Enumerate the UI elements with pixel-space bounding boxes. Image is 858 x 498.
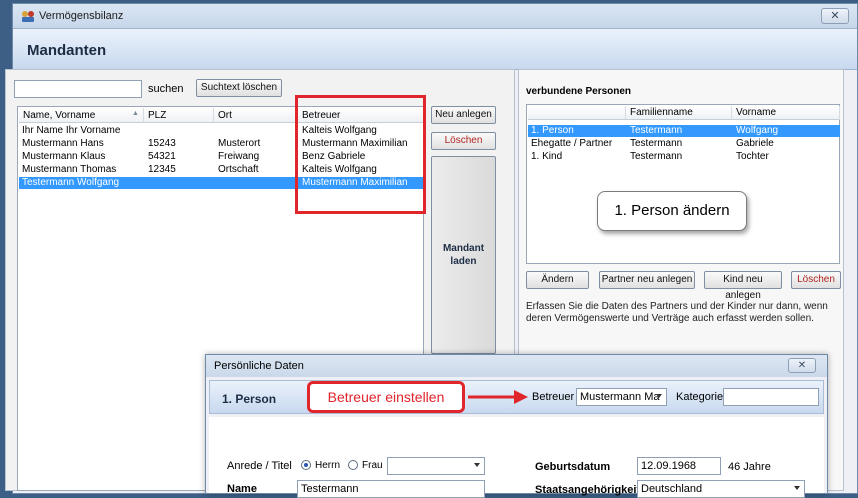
list-item[interactable]: 1. Kind Testermann Tochter xyxy=(528,151,840,163)
title-select[interactable] xyxy=(387,457,485,475)
close-icon[interactable]: ✕ xyxy=(788,358,816,373)
chevron-down-icon xyxy=(656,394,662,398)
list-item-selected[interactable]: 1. Person Testermann Wolfgang xyxy=(528,125,840,137)
related-persons-table: Familienname Vorname 1. Person Testerman… xyxy=(526,104,840,264)
column-header-family[interactable]: Familienname xyxy=(626,106,732,120)
search-input[interactable] xyxy=(14,80,142,98)
column-header-first[interactable]: Vorname xyxy=(732,106,840,120)
arrow-right-icon xyxy=(468,390,528,404)
sort-ascending-icon: ▲ xyxy=(132,110,139,117)
load-client-button[interactable]: Mandant laden xyxy=(431,156,496,354)
delete-client-button[interactable]: Löschen xyxy=(431,132,496,150)
radio-frau[interactable] xyxy=(348,460,358,470)
column-header-plz[interactable]: PLZ xyxy=(144,108,214,123)
name-field[interactable]: Testermann xyxy=(297,480,485,498)
window-title: Vermögensbilanz xyxy=(39,10,124,22)
betreuer-label: Betreuer xyxy=(532,391,575,403)
related-persons-title: verbundene Personen xyxy=(526,86,632,97)
dialog-title-bar: Persönliche Daten ✕ xyxy=(206,355,827,377)
nationality-label: Staatsangehörigkeit xyxy=(535,484,641,496)
dialog-person-title: 1. Person xyxy=(222,392,277,406)
add-partner-button[interactable]: Partner neu anlegen xyxy=(599,271,695,289)
page-title: Mandanten xyxy=(27,42,107,59)
nationality-select[interactable]: Deutschland xyxy=(637,480,805,498)
dialog-body: Anrede / Titel Herrn Frau Name Testerman… xyxy=(209,417,824,498)
birth-label: Geburtsdatum xyxy=(535,461,611,473)
kategorie-input[interactable] xyxy=(723,388,819,406)
edit-person-button[interactable]: Ändern xyxy=(526,271,589,289)
chevron-down-icon xyxy=(794,486,800,490)
column-header-name[interactable]: Name, Vorname xyxy=(19,108,144,123)
new-client-button[interactable]: Neu anlegen xyxy=(431,106,496,124)
anrede-label: Anrede / Titel xyxy=(227,460,292,472)
radio-frau-label: Frau xyxy=(362,460,383,471)
kategorie-label: Kategorie xyxy=(676,391,724,403)
dialog-title: Persönliche Daten xyxy=(214,360,304,372)
clear-search-button[interactable]: Suchtext löschen xyxy=(196,79,282,97)
radio-herr-label: Herrn xyxy=(315,460,341,471)
betreuer-select[interactable]: Mustermann Ma xyxy=(576,388,667,406)
search-label: suchen xyxy=(148,83,184,95)
column-header-role[interactable] xyxy=(528,106,626,120)
age-text: 46 Jahre xyxy=(728,461,771,473)
betreuer-callout: Betreuer einstellen xyxy=(307,381,465,413)
personal-data-dialog: Persönliche Daten ✕ 1. Person Betreuer e… xyxy=(205,354,828,498)
radio-herr[interactable] xyxy=(301,460,311,470)
chevron-down-icon xyxy=(474,463,480,467)
list-item[interactable]: Ehegatte / Partner Testermann Gabriele xyxy=(528,138,840,150)
header-band: Mandanten xyxy=(13,30,857,70)
info-text: Erfassen Sie die Daten des Partners und … xyxy=(526,301,828,324)
add-child-button[interactable]: Kind neu anlegen xyxy=(704,271,782,301)
title-bar: Vermögensbilanz ✕ xyxy=(13,4,857,29)
column-header-ort[interactable]: Ort xyxy=(214,108,298,123)
app-icon xyxy=(22,11,34,22)
edit-person-callout: 1. Person ändern xyxy=(597,191,747,231)
birth-field[interactable]: 12.09.1968 xyxy=(637,457,721,475)
highlight-frame xyxy=(295,95,426,214)
name-label: Name xyxy=(227,483,257,495)
close-icon[interactable]: ✕ xyxy=(821,8,849,24)
delete-person-button[interactable]: Löschen xyxy=(791,271,841,289)
